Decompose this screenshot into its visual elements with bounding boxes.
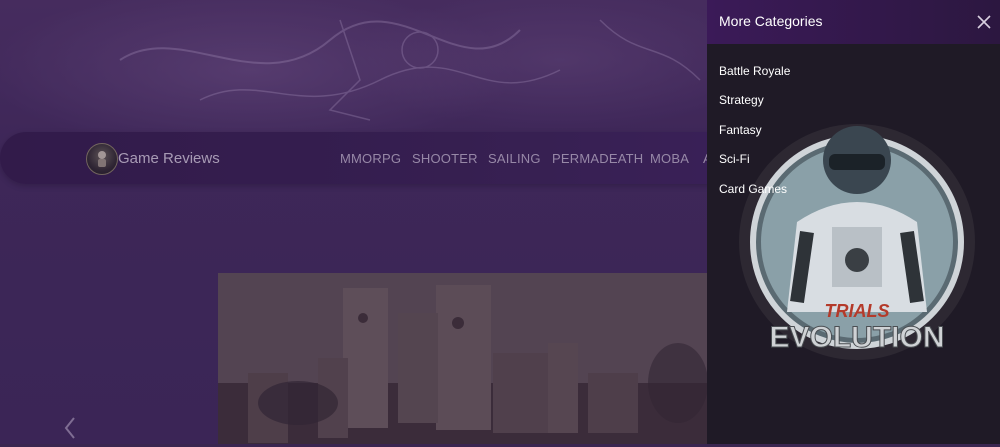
nav-item-moba[interactable]: MOBA — [650, 151, 689, 166]
categories-drawer: More Categories TRIALS EVOLUTION Battle … — [707, 0, 1000, 444]
category-fantasy[interactable]: Fantasy — [719, 123, 762, 137]
category-strategy[interactable]: Strategy — [719, 93, 764, 107]
drawer-title: More Categories — [719, 13, 823, 29]
promo-subtitle: EVOLUTION — [769, 321, 944, 354]
hero-slide-image[interactable] — [218, 273, 718, 444]
category-sci-fi[interactable]: Sci-Fi — [719, 152, 750, 166]
nav-item-permadeath[interactable]: PERMADEATH — [552, 151, 643, 166]
castle-illustration — [218, 273, 718, 444]
nav-item-shooter[interactable]: SHOOTER — [412, 151, 478, 166]
background-artwork — [119, 19, 701, 121]
nav-item-sailing[interactable]: SAILING — [488, 151, 541, 166]
brand-name[interactable]: Game Reviews — [118, 150, 220, 167]
chevron-left-icon — [64, 417, 75, 439]
carousel-prev-button[interactable] — [60, 414, 80, 442]
category-battle-royale[interactable]: Battle Royale — [719, 64, 790, 78]
category-card-games[interactable]: Card Games — [719, 182, 787, 196]
drawer-header: More Categories — [707, 0, 1000, 44]
trials-evolution-promo: TRIALS EVOLUTION — [739, 124, 975, 360]
nav-item-mmorpg[interactable]: MMORPG — [340, 151, 401, 166]
promo-title: TRIALS — [825, 301, 890, 321]
rider-logo-icon — [98, 151, 106, 167]
close-icon — [977, 15, 991, 29]
drawer-close-button[interactable] — [975, 13, 993, 31]
site-logo[interactable] — [86, 143, 118, 175]
